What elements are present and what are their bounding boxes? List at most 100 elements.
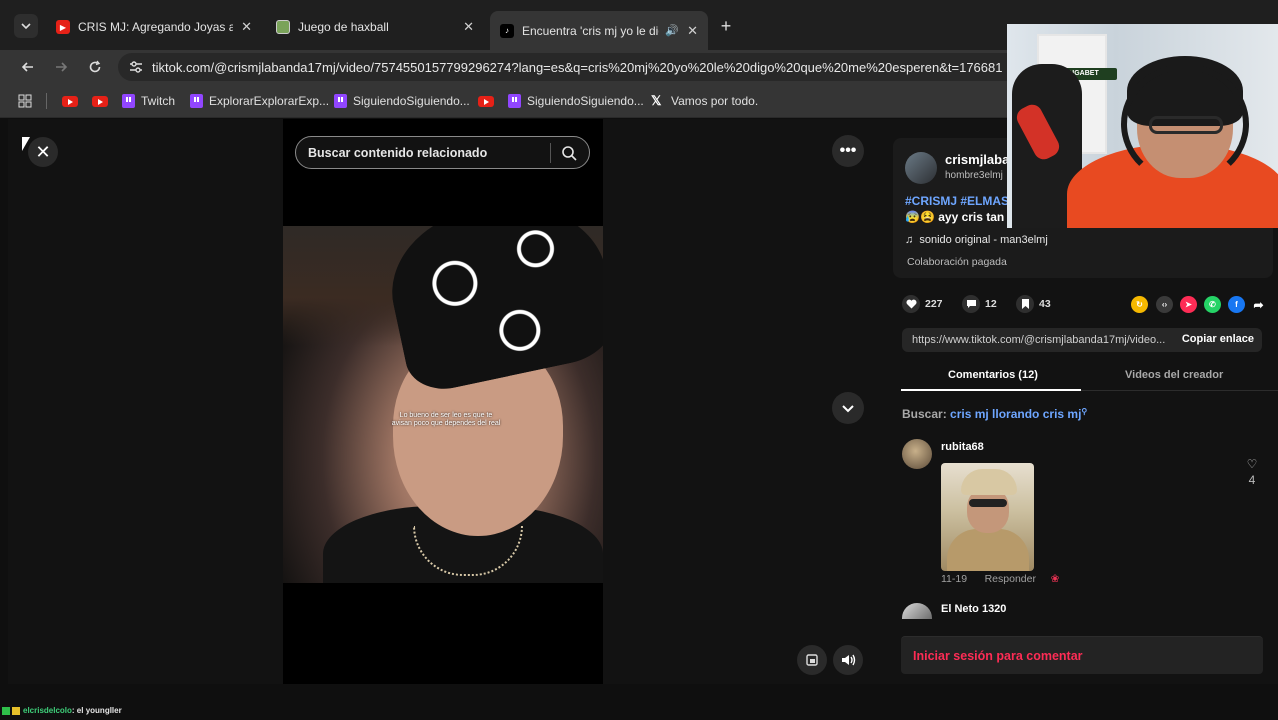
stream-chat-message: elcrisdelcolo: el youngller bbox=[2, 706, 122, 715]
bookmark-siguiendo[interactable]: SiguiendoSiguiendo... bbox=[334, 92, 470, 110]
comment-button[interactable]: 12 bbox=[962, 294, 997, 314]
like-button[interactable]: 227 bbox=[902, 294, 943, 314]
miniplayer-icon bbox=[806, 654, 818, 666]
chevron-down-icon bbox=[842, 405, 854, 413]
reply-button[interactable]: Responder bbox=[985, 573, 1036, 585]
close-icon[interactable]: ✕ bbox=[463, 19, 474, 35]
new-tab-button[interactable]: + bbox=[716, 16, 736, 36]
search-icon[interactable] bbox=[561, 145, 577, 161]
send-icon[interactable]: ➤ bbox=[1180, 296, 1197, 313]
next-video-button[interactable] bbox=[832, 392, 864, 424]
address-bar[interactable]: tiktok.com/@crismjlabanda17mj/video/7574… bbox=[118, 53, 1118, 81]
bookmark-divider bbox=[46, 93, 47, 109]
forward-button[interactable] bbox=[50, 56, 72, 78]
badge-icon bbox=[12, 706, 20, 715]
commenter-avatar-2[interactable] bbox=[902, 603, 932, 619]
badge-icon bbox=[2, 706, 10, 715]
comment-username[interactable]: rubita68 bbox=[941, 441, 984, 453]
haxball-icon bbox=[276, 20, 290, 34]
miniplayer-button[interactable] bbox=[797, 645, 827, 675]
bookmark-explorar[interactable]: ExplorarExplorarExp... bbox=[190, 92, 329, 110]
twitch-icon bbox=[190, 94, 203, 108]
bookmark-twitch[interactable]: Twitch bbox=[122, 92, 175, 110]
youtube-icon: ▶ bbox=[56, 20, 70, 34]
music-note-icon: ♫ bbox=[905, 234, 914, 246]
share-arrow-icon[interactable]: ➦ bbox=[1250, 296, 1267, 313]
active-tab-indicator bbox=[901, 389, 1081, 391]
tab-haxball[interactable]: Juego de haxball ✕ bbox=[266, 12, 484, 42]
reload-icon bbox=[89, 60, 101, 73]
apps-icon[interactable] bbox=[18, 92, 32, 110]
video-description: 😰😫 ayy cris tan bbox=[905, 210, 1005, 224]
twitch-icon bbox=[508, 94, 521, 108]
share-link-field[interactable]: https://www.tiktok.com/@crismjlabanda17m… bbox=[902, 328, 1262, 352]
close-video-button[interactable]: ✕ bbox=[28, 137, 58, 167]
chevron-down-icon bbox=[21, 23, 31, 30]
commenter-avatar[interactable] bbox=[902, 439, 932, 469]
video-column: Buscar contenido relacionado Lo bueno de… bbox=[283, 119, 603, 684]
tab-comments[interactable]: Comentarios (12) bbox=[948, 369, 1038, 381]
heart-icon bbox=[902, 295, 920, 313]
arrow-right-icon bbox=[56, 62, 68, 72]
youtube-icon bbox=[92, 95, 108, 107]
search-icon: ⚲ bbox=[1081, 407, 1088, 416]
sound-link[interactable]: ♫ sonido original - man3elmj bbox=[905, 234, 1048, 246]
search-divider bbox=[550, 143, 551, 163]
panel-tabs: Comentarios (12) Videos del creador bbox=[901, 363, 1278, 391]
volume-icon bbox=[842, 654, 856, 666]
youtube-icon bbox=[478, 95, 494, 107]
bookmark-youtube-2[interactable] bbox=[92, 92, 114, 110]
comment-icon bbox=[962, 295, 980, 313]
close-icon[interactable]: ✕ bbox=[241, 19, 252, 35]
speaker-icon[interactable]: 🔊 bbox=[665, 24, 679, 37]
tiktok-icon: ♪ bbox=[500, 23, 514, 38]
more-options-button[interactable]: ••• bbox=[832, 135, 864, 167]
streamer-webcam: JUGABET bbox=[1007, 24, 1278, 228]
close-icon: ✕ bbox=[35, 141, 51, 162]
twitch-icon bbox=[334, 94, 347, 108]
facebook-icon[interactable]: f bbox=[1228, 296, 1245, 313]
bookmark-youtube-3[interactable] bbox=[478, 92, 500, 110]
bookmark-icon bbox=[1016, 295, 1034, 313]
search-suggestion[interactable]: Buscar: cris mj llorando cris mj⚲ bbox=[902, 407, 1087, 421]
site-settings-icon[interactable] bbox=[128, 59, 144, 75]
arrow-left-icon bbox=[21, 62, 33, 72]
related-search-input[interactable]: Buscar contenido relacionado bbox=[295, 136, 590, 169]
url-text: tiktok.com/@crismjlabanda17mj/video/7574… bbox=[152, 59, 1003, 75]
comment-username-2[interactable]: El Neto 1320 bbox=[941, 603, 1006, 615]
embed-icon[interactable]: ‹› bbox=[1156, 296, 1173, 313]
copy-link-button[interactable]: Copiar enlace bbox=[1182, 333, 1254, 345]
reload-button[interactable] bbox=[84, 56, 106, 78]
comment-like-icon[interactable]: ♡ bbox=[1244, 457, 1260, 471]
tab-search-button[interactable] bbox=[14, 14, 38, 38]
tab-creator-videos[interactable]: Videos del creador bbox=[1125, 369, 1223, 381]
author-avatar[interactable] bbox=[905, 152, 937, 184]
x-logo-icon: 𝕏 bbox=[651, 93, 662, 108]
comment-image[interactable] bbox=[941, 463, 1034, 571]
video-hashtags[interactable]: #CRISMJ #ELMAS bbox=[905, 194, 1009, 208]
video-caption: Lo bueno de ser leo es que te avisan poc… bbox=[391, 412, 501, 427]
comment-like-count: 4 bbox=[1248, 473, 1256, 487]
volume-button[interactable] bbox=[833, 645, 863, 675]
youtube-icon bbox=[62, 95, 78, 107]
tab-youtube[interactable]: ▶ CRIS MJ: Agregando Joyas a la ✕ bbox=[46, 12, 262, 42]
emoji-reaction-icon[interactable]: ❀ bbox=[1051, 573, 1060, 585]
back-button[interactable] bbox=[17, 56, 39, 78]
repost-icon[interactable]: ↻ bbox=[1131, 296, 1148, 313]
twitch-icon bbox=[122, 94, 135, 108]
whatsapp-icon[interactable]: ✆ bbox=[1204, 296, 1221, 313]
login-to-comment-button[interactable]: Iniciar sesión para comentar bbox=[901, 636, 1263, 674]
more-icon: ••• bbox=[839, 142, 857, 159]
mouse-cursor-icon bbox=[22, 137, 30, 151]
video-frame[interactable]: Lo bueno de ser leo es que te avisan poc… bbox=[283, 226, 603, 583]
paid-partnership-label: Colaboración pagada bbox=[907, 256, 1007, 268]
comment-meta: 11-19 Responder ❀ bbox=[941, 573, 1060, 585]
bookmark-x[interactable]: 𝕏 Vamos por todo. bbox=[651, 92, 758, 110]
close-icon[interactable]: ✕ bbox=[687, 23, 698, 39]
bookmark-youtube[interactable] bbox=[62, 92, 84, 110]
video-actions: 227 12 43 ↻ ‹› ➤ ✆ f ➦ bbox=[902, 294, 1272, 318]
tab-tiktok[interactable]: ♪ Encuentra 'cris mj yo le dig 🔊 ✕ bbox=[490, 11, 708, 50]
save-button[interactable]: 43 bbox=[1016, 294, 1051, 314]
author-handle[interactable]: hombre3elmj bbox=[945, 170, 1003, 181]
bookmark-siguiendo-2[interactable]: SiguiendoSiguiendo... bbox=[508, 92, 644, 110]
